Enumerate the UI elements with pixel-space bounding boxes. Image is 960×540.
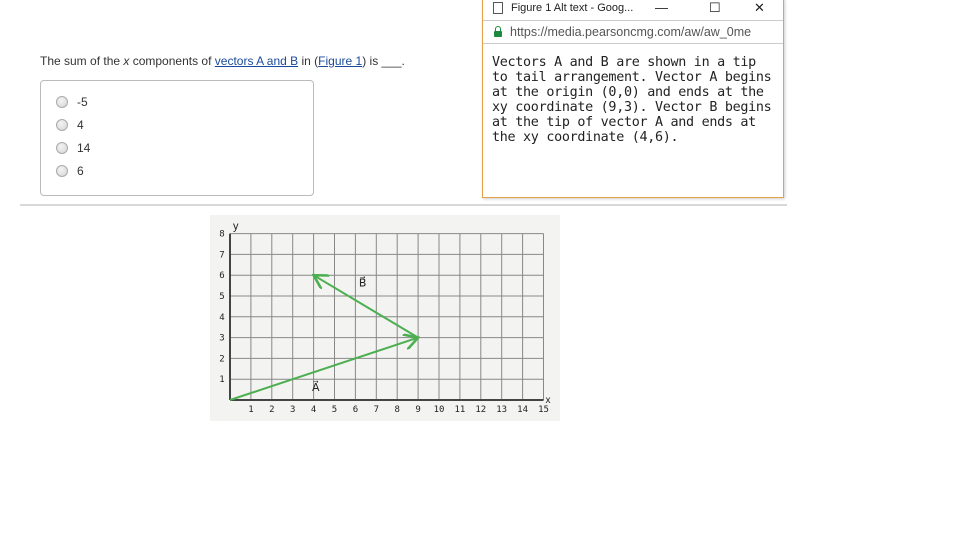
vector-graph: 1 2 3 4 5 6 7 8 9 10 11 12 13 14 1512345678xyA⃗B⃗ xyxy=(219,221,551,415)
alt-text: Vectors A and B are shown in a tip to ta… xyxy=(492,55,772,145)
x-tick-label: 10 xyxy=(434,405,445,415)
x-axis-label: x xyxy=(546,395,551,406)
y-tick-label: 3 xyxy=(219,334,224,344)
y-axis-label: y xyxy=(233,221,239,233)
x-tick-label: 9 xyxy=(415,405,420,415)
url-text: https://media.pearsoncmg.com/aw/aw_0me xyxy=(510,25,752,39)
y-tick-label: 7 xyxy=(219,250,224,260)
y-tick-label: 1 xyxy=(219,375,224,385)
option[interactable]: 6 xyxy=(56,164,84,178)
x-tick-label: 8 xyxy=(394,405,399,415)
q-middle: components of xyxy=(129,54,215,68)
q-prefix: The sum of the xyxy=(40,54,124,68)
figure-1: 1 2 3 4 5 6 7 8 9 10 11 12 13 14 15 1 2 3 4 5 6 7 8 x y A⃗ B⃗ xyxy=(210,215,560,421)
alt-text-window: Figure 1 Alt text - Goog... — ☐ ✕ https:… xyxy=(482,0,784,198)
vector-a xyxy=(229,338,418,401)
minimize-button[interactable]: — xyxy=(655,0,668,15)
x-tick-label: 7 xyxy=(374,405,379,415)
x-tick-label: 14 xyxy=(517,405,528,415)
document-icon xyxy=(493,2,503,14)
y-tick-label: 2 xyxy=(219,354,224,364)
x-tick-label: 3 xyxy=(290,405,295,415)
option-label: 4 xyxy=(77,118,84,132)
x-tick-label: 6 xyxy=(353,405,358,415)
answer-options: -5 4 14 6 xyxy=(40,80,314,196)
close-button[interactable]: ✕ xyxy=(754,0,765,16)
vector-label-a: A⃗ xyxy=(312,380,320,394)
radio-button[interactable] xyxy=(56,96,68,108)
q-mid2: in ( xyxy=(298,54,319,68)
lock-icon xyxy=(494,25,502,37)
title-text: Figure 1 Alt text - Goog... xyxy=(511,2,634,14)
option[interactable]: 4 xyxy=(56,118,84,132)
x-tick-label: 13 xyxy=(496,405,507,415)
radio-button[interactable] xyxy=(56,142,68,154)
option[interactable]: -5 xyxy=(56,95,88,109)
question-text: The sum of the x components of vectors A… xyxy=(40,54,405,68)
x-tick-label: 11 xyxy=(454,405,465,415)
x-tick-label: 1 xyxy=(248,405,253,415)
y-tick-label: 8 xyxy=(219,230,224,240)
x-tick-label: 2 xyxy=(269,405,274,415)
x-tick-label: 4 xyxy=(311,405,316,415)
x-tick-label: 15 xyxy=(538,405,549,415)
option-label: 6 xyxy=(77,164,84,178)
divider xyxy=(20,204,787,206)
option-label: 14 xyxy=(77,141,91,155)
x-tick-label: 12 xyxy=(475,405,486,415)
x-tick-label: 5 xyxy=(332,405,337,415)
maximize-button[interactable]: ☐ xyxy=(709,0,721,16)
radio-button[interactable] xyxy=(56,119,68,131)
q-suffix: ) is ___. xyxy=(362,54,405,68)
vector-label-b: B⃗ xyxy=(359,275,367,289)
y-tick-label: 4 xyxy=(219,313,224,323)
window-title: Figure 1 Alt text - Goog... xyxy=(493,0,633,17)
option-label: -5 xyxy=(77,95,88,109)
address-bar[interactable]: https://media.pearsoncmg.com/aw/aw_0me xyxy=(483,20,783,44)
radio-button[interactable] xyxy=(56,165,68,177)
figure-link[interactable]: Figure 1 xyxy=(318,54,362,68)
y-tick-label: 5 xyxy=(219,292,224,302)
y-tick-label: 6 xyxy=(219,271,224,281)
option[interactable]: 14 xyxy=(56,141,90,155)
vectors-link[interactable]: vectors A and B xyxy=(215,54,298,68)
